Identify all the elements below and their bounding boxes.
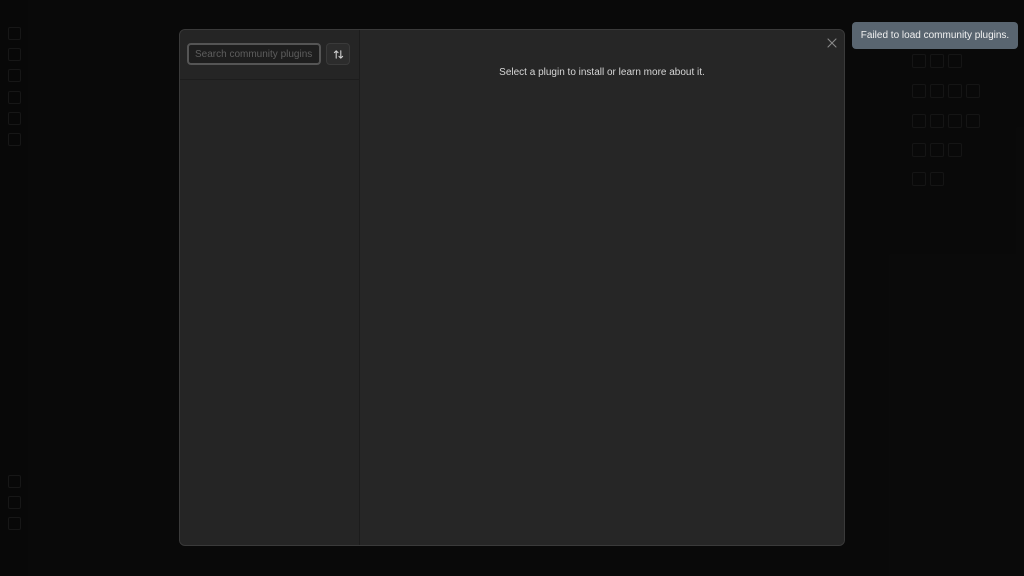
- sort-arrows-icon: [333, 49, 343, 59]
- error-notice[interactable]: Failed to load community plugins.: [852, 22, 1018, 49]
- notice-text: Failed to load community plugins.: [860, 30, 1010, 41]
- sort-button[interactable]: [326, 43, 350, 65]
- close-button[interactable]: [825, 36, 839, 50]
- community-plugins-modal: Select a plugin to install or learn more…: [179, 29, 845, 546]
- empty-state-message: Select a plugin to install or learn more…: [499, 67, 705, 78]
- plugin-list-sidebar: [180, 30, 360, 545]
- sidebar-header: [180, 30, 360, 80]
- search-input[interactable]: [187, 43, 321, 65]
- plugin-detail-pane: Select a plugin to install or learn more…: [360, 30, 844, 545]
- close-icon: [827, 38, 837, 48]
